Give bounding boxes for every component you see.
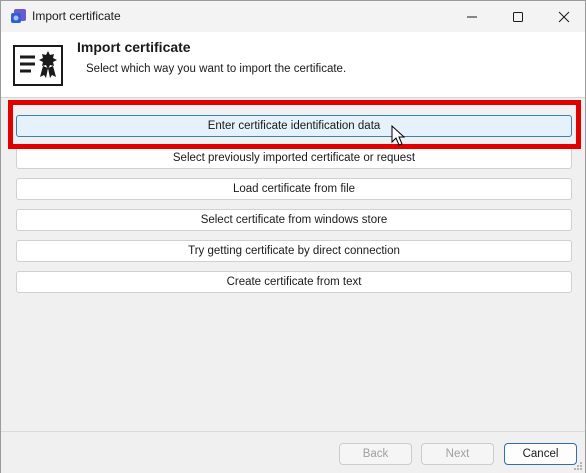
mouse-cursor-icon (391, 125, 406, 146)
enter-identification-data-button[interactable]: Enter certificate identification data (16, 115, 572, 137)
page-subtitle: Select which way you want to import the … (86, 63, 347, 75)
close-icon (558, 11, 570, 22)
next-button[interactable]: Next (421, 443, 494, 465)
back-button[interactable]: Back (339, 443, 412, 465)
import-certificate-window: Import certificate Import certificate Se… (0, 0, 586, 473)
app-icon (11, 9, 26, 23)
header-band: Import certificate Select which way you … (1, 32, 585, 98)
certificate-icon (13, 45, 63, 86)
close-button[interactable] (541, 1, 586, 32)
title-bar[interactable]: Import certificate (1, 1, 585, 32)
select-previously-imported-button[interactable]: Select previously imported certificate o… (16, 147, 572, 169)
minimize-button[interactable] (449, 1, 495, 32)
load-from-file-button[interactable]: Load certificate from file (16, 178, 572, 200)
select-from-windows-store-button[interactable]: Select certificate from windows store (16, 209, 572, 231)
page-title: Import certificate (77, 39, 191, 55)
maximize-button[interactable] (495, 1, 541, 32)
direct-connection-button[interactable]: Try getting certificate by direct connec… (16, 240, 572, 262)
create-from-text-button[interactable]: Create certificate from text (16, 271, 572, 293)
resize-grip-icon[interactable] (573, 461, 583, 471)
maximize-icon (513, 11, 523, 22)
window-title: Import certificate (32, 9, 121, 23)
footer-bar: Back Next Cancel (1, 431, 585, 473)
minimize-icon (467, 16, 477, 17)
cancel-button[interactable]: Cancel (504, 443, 577, 465)
